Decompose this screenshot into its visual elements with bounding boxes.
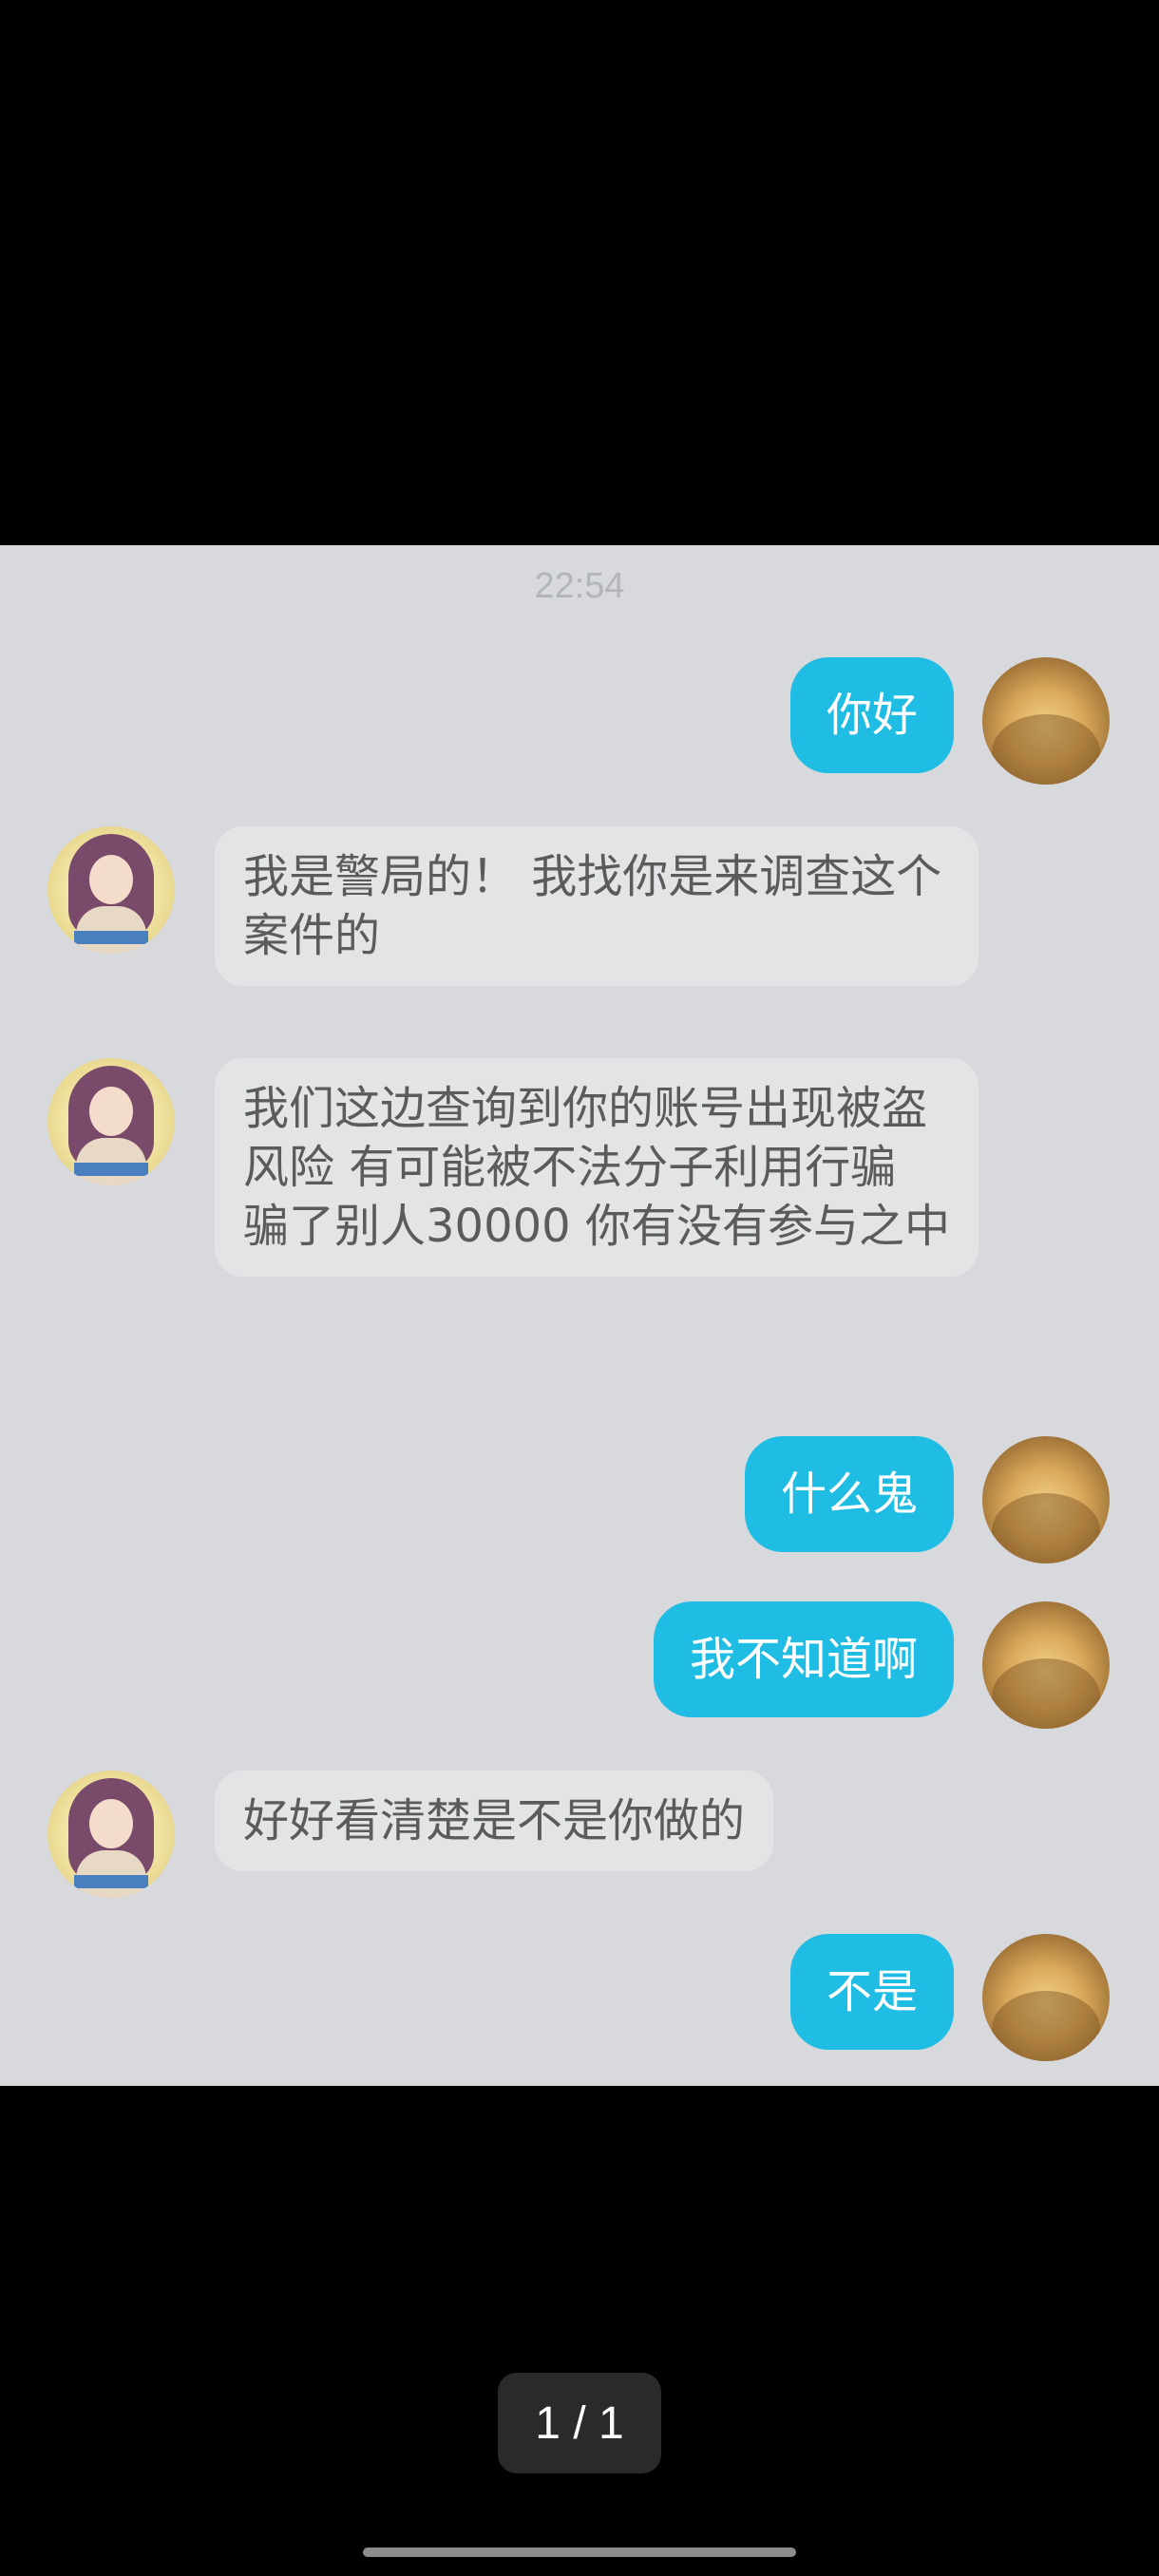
self-avatar	[982, 1934, 1110, 2061]
image-viewer: 22:54 你好 我是警局的！ 我找你是来调查这个案件的 我们这边查询到你的账号…	[0, 0, 1159, 2576]
outgoing-message-bubble: 我不知道啊	[653, 1601, 954, 1717]
contact-avatar	[48, 1771, 175, 1898]
message-timestamp: 22:54	[534, 566, 625, 606]
home-indicator[interactable]	[363, 2548, 796, 2557]
outgoing-message-bubble: 不是	[789, 1934, 954, 2050]
self-avatar	[982, 1436, 1110, 1563]
contact-avatar	[48, 1058, 175, 1185]
contact-avatar	[48, 826, 175, 954]
self-avatar	[982, 657, 1110, 785]
incoming-message-bubble: 好好看清楚是不是你做的	[215, 1771, 774, 1871]
chat-screenshot-image[interactable]: 22:54 你好 我是警局的！ 我找你是来调查这个案件的 我们这边查询到你的账号…	[0, 545, 1159, 2086]
outgoing-message-bubble: 你好	[789, 657, 954, 773]
incoming-message-bubble: 我是警局的！ 我找你是来调查这个案件的	[215, 826, 978, 986]
incoming-message-bubble: 我们这边查询到你的账号出现被盗风险 有可能被不法分子利用行骗 骗了别人30000…	[215, 1058, 978, 1277]
page-counter: 1 / 1	[498, 2373, 661, 2473]
self-avatar	[982, 1601, 1110, 1729]
outgoing-message-bubble: 什么鬼	[744, 1436, 954, 1552]
